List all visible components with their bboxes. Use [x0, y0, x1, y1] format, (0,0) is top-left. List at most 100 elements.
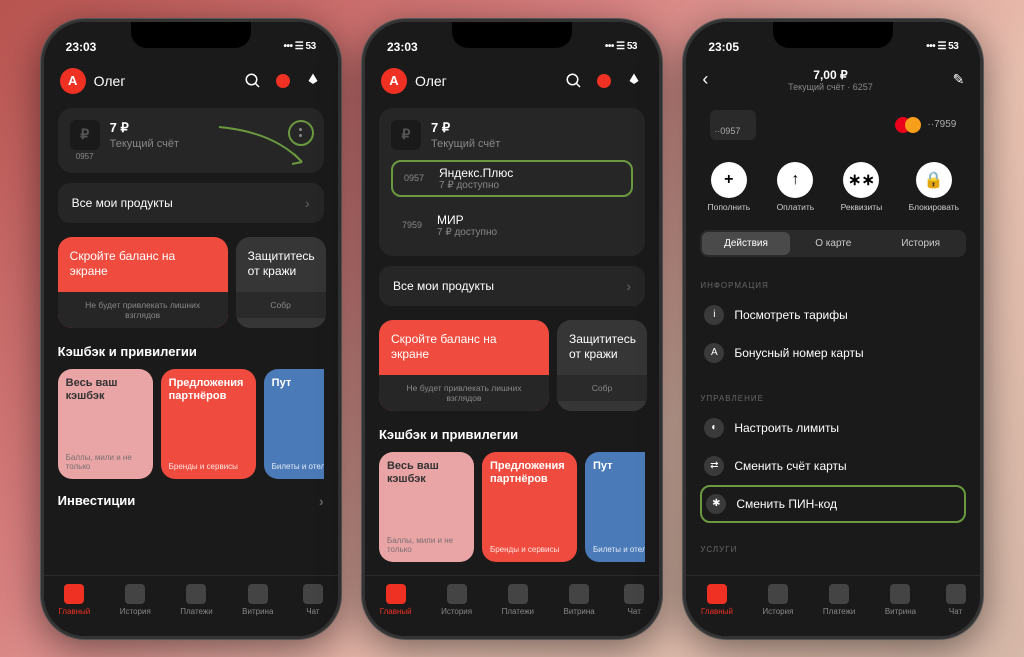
tile-cashback[interactable]: Весь ваш кэшбэк Баллы, мили и не только — [379, 452, 474, 562]
tab-bar: Главный История Платежи Витрина Чат — [365, 575, 659, 636]
section-cashback-title: Кэшбэк и привилегии — [379, 427, 645, 442]
user-name[interactable]: Олег — [415, 73, 557, 89]
tab-history[interactable]: История — [441, 584, 472, 616]
clock-icon — [125, 584, 145, 604]
action-details[interactable]: ∗∗Реквизиты — [841, 162, 883, 212]
record-icon[interactable] — [597, 74, 611, 88]
tab-home[interactable]: Главный — [58, 584, 90, 616]
promo-hide-balance[interactable]: Скройте баланс на экране Не будет привле… — [379, 320, 549, 411]
ruble-icon: ₽ — [70, 120, 100, 150]
tab-chat[interactable]: Чат — [946, 584, 966, 616]
promo-hide-balance[interactable]: Скройте баланс на экране Не будет привле… — [58, 237, 228, 328]
detail-account-label: Текущий счёт · 6257 — [788, 82, 873, 92]
user-name[interactable]: Олег — [94, 73, 236, 89]
main-content: ₽ 7 ₽ Текущий счёт 0957 Яндекс.Плюс 7 ₽ … — [365, 100, 659, 575]
tab-showcase[interactable]: Витрина — [564, 584, 595, 616]
promo-protect[interactable]: Защититесь от кражи Собр — [236, 237, 326, 328]
all-products-label: Все мои продукты — [393, 279, 494, 293]
card-chip-0957[interactable]: ··0957 — [710, 110, 756, 140]
item-tariffs[interactable]: i Посмотреть тарифы — [700, 296, 966, 334]
bell-icon[interactable] — [625, 72, 643, 90]
card-last4: 0957 — [399, 173, 429, 183]
status-right: ••• ☰ 53 — [284, 41, 316, 52]
invest-label: Инвестиции — [58, 493, 136, 508]
tile-cashback[interactable]: Весь ваш кэшбэк Баллы, мили и не только — [58, 369, 153, 479]
more-dots-button[interactable] — [288, 120, 314, 146]
item-bonus-number[interactable]: A Бонусный номер карты — [700, 334, 966, 372]
phone-1: 23:03 ••• ☰ 53 A Олег ₽ 0957 — [41, 19, 341, 639]
notch — [452, 22, 572, 48]
tab-payments[interactable]: Платежи — [502, 584, 534, 616]
tab-showcase[interactable]: Витрина — [242, 584, 273, 616]
action-row: +Пополнить ↑Оплатить ∗∗Реквизиты 🔒Блокир… — [686, 152, 980, 222]
ruble-icon — [508, 584, 528, 604]
tile-partners[interactable]: Предложения партнёров Бренды и сервисы — [161, 369, 256, 479]
action-topup[interactable]: +Пополнить — [707, 162, 750, 212]
clock-icon — [768, 584, 788, 604]
tile-travel[interactable]: Пут Билеты и отели — [585, 452, 645, 562]
search-icon[interactable] — [565, 72, 583, 90]
ruble-icon: ₽ — [391, 120, 421, 150]
item-change-pin[interactable]: ✱ Сменить ПИН-код — [700, 485, 966, 523]
alfa-small-icon: A — [704, 343, 724, 363]
edit-icon[interactable]: ✎ — [953, 71, 965, 88]
action-block[interactable]: 🔒Блокировать — [909, 162, 959, 212]
section-services: УСЛУГИ — [686, 529, 980, 566]
record-icon[interactable] — [276, 74, 290, 88]
card-chip-7959[interactable]: ··7959 — [895, 117, 956, 133]
section-invest[interactable]: Инвестиции › — [58, 493, 324, 509]
account-main-row[interactable]: ₽ 7 ₽ Текущий счёт — [391, 120, 633, 150]
detail-balance: 7,00 ₽ — [788, 68, 873, 82]
section-header-services: УСЛУГИ — [700, 545, 966, 554]
section-info: ИНФОРМАЦИЯ i Посмотреть тарифы A Бонусны… — [686, 265, 980, 378]
card-yandex-plus[interactable]: 0957 Яндекс.Плюс 7 ₽ доступно — [391, 160, 633, 197]
tab-home[interactable]: Главный — [701, 584, 733, 616]
detail-header: ‹ 7,00 ₽ Текущий счёт · 6257 ✎ — [686, 62, 980, 98]
tab-payments[interactable]: Платежи — [180, 584, 212, 616]
tab-showcase[interactable]: Витрина — [885, 584, 916, 616]
tile-partners[interactable]: Предложения партнёров Бренды и сервисы — [482, 452, 577, 562]
balance-value: 7 ₽ — [110, 120, 312, 136]
seg-actions[interactable]: Действия — [702, 232, 789, 255]
tile-sub: Бренды и сервисы — [169, 462, 248, 471]
item-change-account[interactable]: ⇄ Сменить счёт карты — [700, 447, 966, 485]
clock-icon — [447, 584, 467, 604]
seg-history[interactable]: История — [877, 232, 964, 255]
tile-title: Пут — [272, 377, 324, 390]
notch — [773, 22, 893, 48]
item-limits[interactable]: ◐ Настроить лимиты — [700, 409, 966, 447]
all-products-button[interactable]: Все мои продукты › — [379, 266, 645, 306]
seg-about[interactable]: О карте — [790, 232, 877, 255]
account-type-label: Текущий счёт — [431, 138, 633, 150]
tab-history[interactable]: История — [762, 584, 793, 616]
alfa-logo-icon[interactable]: A — [381, 68, 407, 94]
tab-history[interactable]: История — [120, 584, 151, 616]
all-products-button[interactable]: Все мои продукты › — [58, 183, 324, 223]
main-content: ₽ 0957 7 ₽ Текущий счёт Все мои продукты… — [44, 100, 338, 575]
ruble-icon — [829, 584, 849, 604]
alfa-logo-icon[interactable]: A — [60, 68, 86, 94]
card-mir[interactable]: 7959 МИР 7 ₽ доступно — [391, 207, 633, 244]
tile-travel[interactable]: Пут Билеты и отели — [264, 369, 324, 479]
chevron-right-icon: › — [319, 493, 324, 509]
tab-payments[interactable]: Платежи — [823, 584, 855, 616]
back-button[interactable]: ‹ — [702, 69, 708, 90]
chat-icon — [624, 584, 644, 604]
search-icon[interactable] — [244, 72, 262, 90]
section-header-info: ИНФОРМАЦИЯ — [700, 281, 966, 290]
tab-home[interactable]: Главный — [380, 584, 412, 616]
card-last4: 7959 — [397, 220, 427, 230]
promo-protect[interactable]: Защититесь от кражи Собр — [557, 320, 647, 411]
section-cashback-title: Кэшбэк и привилегии — [58, 344, 324, 359]
bell-icon[interactable] — [304, 72, 322, 90]
tab-chat[interactable]: Чат — [303, 584, 323, 616]
tab-bar: Главный История Платежи Витрина Чат — [44, 575, 338, 636]
account-card-expanded: ₽ 7 ₽ Текущий счёт 0957 Яндекс.Плюс 7 ₽ … — [379, 108, 645, 256]
tab-chat[interactable]: Чат — [624, 584, 644, 616]
home-icon — [64, 584, 84, 604]
swap-icon: ⇄ — [704, 456, 724, 476]
action-pay[interactable]: ↑Оплатить — [777, 162, 815, 212]
promo-row: Скройте баланс на экране Не будет привле… — [379, 320, 645, 411]
status-time: 23:03 — [387, 40, 418, 54]
account-card[interactable]: ₽ 0957 7 ₽ Текущий счёт — [58, 108, 324, 173]
